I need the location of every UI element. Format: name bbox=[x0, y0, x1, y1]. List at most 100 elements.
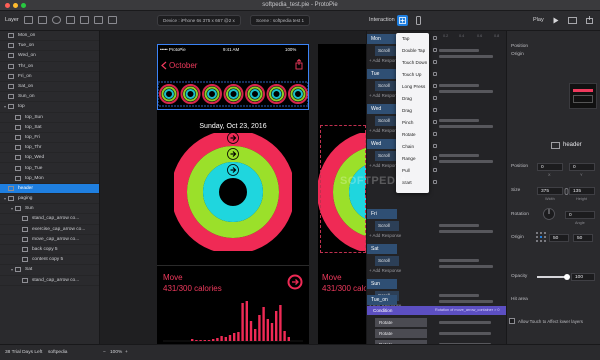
layer-row[interactable]: ▾ paging bbox=[0, 194, 99, 205]
height-input[interactable]: 135 bbox=[569, 187, 595, 195]
trigger-header[interactable]: Mon bbox=[367, 34, 397, 44]
trigger-header[interactable]: Tue_on bbox=[367, 295, 397, 305]
layer-name[interactable]: header bbox=[563, 142, 582, 148]
layer-row[interactable]: top_Wed bbox=[0, 153, 99, 164]
opacity-slider-knob[interactable] bbox=[564, 274, 570, 280]
timeline-bar[interactable] bbox=[439, 125, 493, 128]
allow-touch-checkbox[interactable] bbox=[509, 318, 515, 324]
trigger-menu-item[interactable]: Tap bbox=[402, 36, 409, 41]
layer-row[interactable]: stand_cap_arrow co... bbox=[0, 214, 99, 225]
layer-row[interactable]: top_Fri bbox=[0, 133, 99, 144]
layer-row[interactable]: Mon_on bbox=[0, 31, 99, 42]
timeline-bar[interactable] bbox=[439, 119, 479, 122]
timeline-bar[interactable] bbox=[439, 294, 479, 297]
trigger-menu-item[interactable]: Pull bbox=[402, 168, 410, 173]
share-button[interactable] bbox=[584, 15, 595, 26]
scene-selector[interactable]: Scene : softpedia test 1 bbox=[250, 15, 311, 26]
device-selector[interactable]: Device : iPhone 6s 375 x 667 @2 x bbox=[157, 15, 241, 26]
timeline-bar[interactable] bbox=[439, 84, 479, 87]
text-tool-icon[interactable] bbox=[66, 16, 75, 24]
layer-row[interactable]: back copy 5 bbox=[0, 245, 99, 256]
timeline-bar[interactable] bbox=[439, 300, 493, 303]
week-rings-strip[interactable] bbox=[157, 81, 309, 107]
opacity-input[interactable]: 100 bbox=[571, 273, 595, 281]
timeline-bar[interactable] bbox=[439, 49, 479, 52]
scroll-tool-icon[interactable] bbox=[94, 16, 103, 24]
header-title[interactable]: October bbox=[169, 61, 197, 70]
timeline-bar[interactable] bbox=[439, 230, 493, 233]
layer-row[interactable]: top_Thr bbox=[0, 143, 99, 154]
canvas[interactable]: ••••• ProtoPie 9:41 AM 100% October Sund… bbox=[100, 31, 366, 344]
trigger-menu-item[interactable]: Drag bbox=[402, 96, 412, 101]
layer-row[interactable]: Tue_on bbox=[0, 41, 99, 52]
timeline-bar[interactable] bbox=[439, 321, 491, 324]
trigger-menu-item[interactable]: Rotate bbox=[402, 132, 416, 137]
preview-device-button[interactable] bbox=[567, 15, 578, 26]
zoom-level[interactable]: 100% bbox=[110, 350, 122, 355]
layer-row[interactable]: Thr_on bbox=[0, 62, 99, 72]
rotate-response[interactable]: Rotate bbox=[375, 318, 427, 327]
add-response-button[interactable]: + Add Response bbox=[369, 233, 429, 241]
container-tool-icon[interactable] bbox=[80, 16, 89, 24]
trigger-menu-item[interactable]: Range bbox=[402, 156, 416, 161]
layer-row[interactable]: ▾ Sat bbox=[0, 265, 99, 276]
position-y-input[interactable]: 0 bbox=[569, 163, 595, 171]
layer-row[interactable]: top_Sat bbox=[0, 123, 99, 133]
trigger-header[interactable]: Wed bbox=[367, 139, 397, 149]
timeline-bar[interactable] bbox=[439, 265, 493, 268]
layer-row[interactable]: content copy 5 bbox=[0, 255, 99, 266]
origin-grid-icon[interactable] bbox=[536, 232, 546, 242]
layer-row[interactable]: top_Mon bbox=[0, 174, 99, 184]
input-tool-icon[interactable] bbox=[108, 16, 117, 24]
layer-row[interactable]: ▾ Sun bbox=[0, 204, 99, 215]
trigger-header[interactable]: Sun bbox=[367, 279, 397, 289]
rectangle-tool-icon[interactable] bbox=[24, 16, 33, 24]
origin-x-input[interactable]: 50 bbox=[549, 234, 569, 242]
timeline-bar[interactable] bbox=[439, 90, 493, 93]
layer-row[interactable]: Wed_on bbox=[0, 51, 99, 62]
timeline-bar[interactable] bbox=[439, 332, 491, 335]
trigger-menu-item[interactable]: Chain bbox=[402, 144, 414, 149]
add-response-button[interactable]: + Add Response bbox=[369, 268, 429, 276]
layer-row[interactable]: ▾ top bbox=[0, 102, 99, 113]
trigger-menu-item[interactable]: Double Tap bbox=[402, 48, 425, 53]
layer-row[interactable]: Sat_on bbox=[0, 82, 99, 93]
layer-row[interactable]: Sun_on bbox=[0, 92, 99, 103]
layer-row[interactable]: header bbox=[0, 183, 99, 194]
timeline-bar[interactable] bbox=[439, 160, 493, 163]
device-preview-button[interactable] bbox=[413, 15, 424, 26]
layer-row[interactable]: top_Tue bbox=[0, 163, 99, 174]
layer-row[interactable]: top_Sun bbox=[0, 113, 99, 123]
zoom-out-button[interactable]: − bbox=[103, 350, 106, 355]
rotate-response[interactable]: Rotate bbox=[375, 329, 427, 338]
add-trigger-button[interactable] bbox=[397, 15, 408, 26]
layer-row[interactable]: stand_cap_arrow co... bbox=[0, 276, 99, 286]
condition-row[interactable]: Condition Rotation of move_arrow_contain… bbox=[367, 306, 506, 315]
trigger-menu-item[interactable]: Touch Up bbox=[402, 72, 421, 77]
rotation-input[interactable]: 0 bbox=[565, 211, 595, 219]
opacity-slider-track[interactable] bbox=[537, 274, 570, 280]
timeline-bar[interactable] bbox=[439, 55, 493, 58]
trigger-menu-item[interactable]: Touch Down bbox=[402, 60, 427, 65]
image-tool-icon[interactable] bbox=[38, 16, 47, 24]
timeline-bar[interactable] bbox=[439, 154, 479, 157]
rotation-dial-icon[interactable] bbox=[542, 207, 556, 221]
trigger-response[interactable]: Scroll bbox=[375, 256, 399, 266]
play-button[interactable] bbox=[550, 15, 561, 26]
trigger-response[interactable]: Scroll bbox=[375, 221, 399, 231]
trigger-header[interactable]: Wed bbox=[367, 104, 397, 114]
timeline-bar[interactable] bbox=[439, 259, 479, 262]
trigger-header[interactable]: Fri bbox=[367, 209, 397, 219]
timeline-bar[interactable] bbox=[439, 224, 479, 227]
position-x-input[interactable]: 0 bbox=[537, 163, 563, 171]
width-input[interactable]: 375 bbox=[537, 187, 563, 195]
back-chevron-icon[interactable] bbox=[160, 61, 168, 70]
trigger-header[interactable]: Sat bbox=[367, 244, 397, 254]
layer-row[interactable]: move_cap_arrow co... bbox=[0, 235, 99, 245]
zoom-in-button[interactable]: + bbox=[125, 350, 128, 355]
layer-row[interactable]: exercise_cap_arrow co... bbox=[0, 225, 99, 235]
ellipse-tool-icon[interactable] bbox=[52, 16, 61, 24]
layer-row[interactable]: Fri_on bbox=[0, 72, 99, 82]
trigger-menu-item[interactable]: Long Press bbox=[402, 84, 425, 89]
trigger-menu-item[interactable]: Pinch bbox=[402, 120, 414, 125]
